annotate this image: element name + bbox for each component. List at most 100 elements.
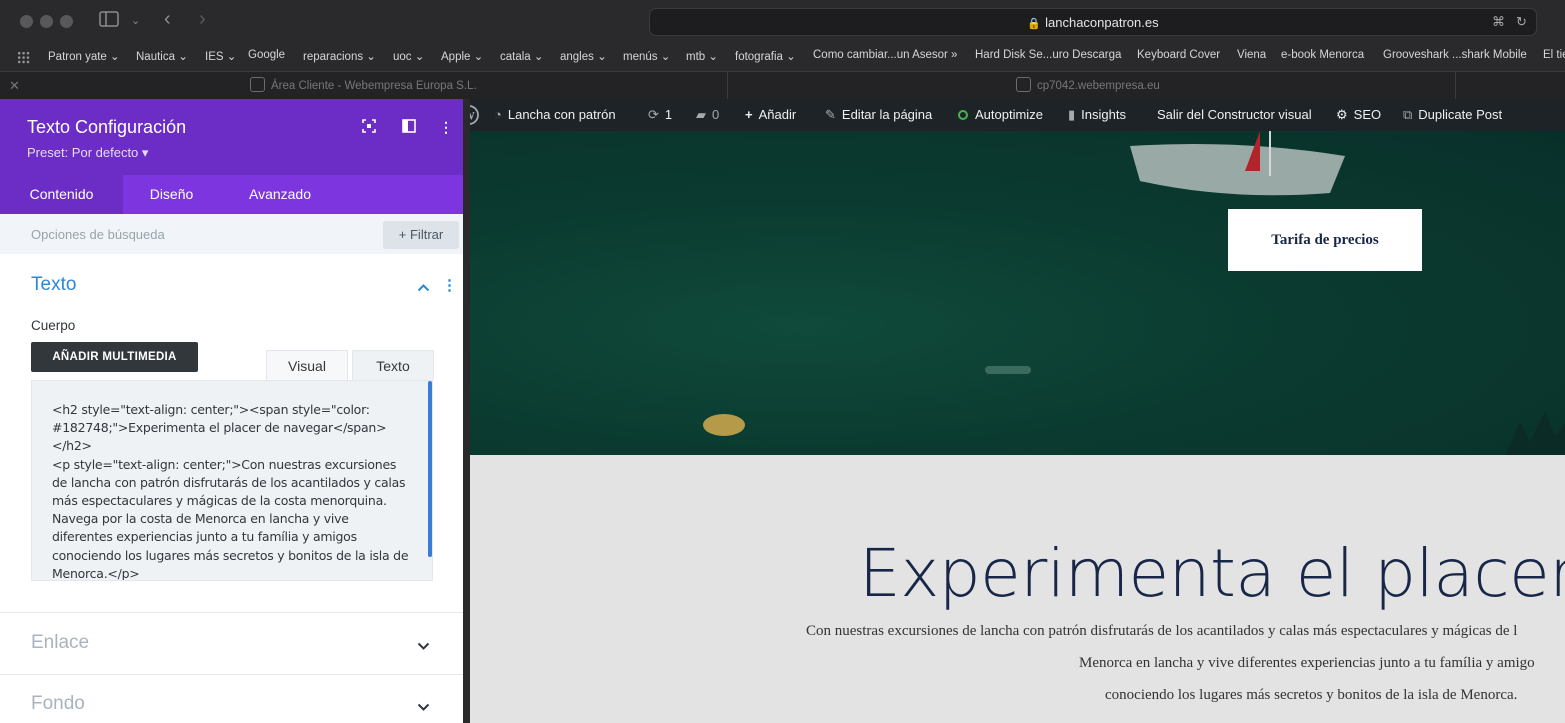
webempresa-favicon-icon (1016, 77, 1031, 92)
bookmark-item[interactable]: uoc ⌄ (393, 49, 424, 63)
translate-icon[interactable]: ⌘ (1492, 14, 1505, 30)
tab-diseno[interactable]: Diseño (123, 175, 220, 214)
section-texto-toggle[interactable]: Texto (31, 274, 76, 296)
add-media-button[interactable]: AÑADIR MULTIMEDIA (31, 342, 198, 372)
bookmark-item[interactable]: mtb ⌄ (686, 49, 718, 63)
coast-plants-image (1505, 411, 1565, 455)
pencil-icon: ✎ (825, 107, 836, 122)
swimmer-shape (985, 366, 1031, 374)
section-enlace-toggle[interactable]: Enlace (31, 632, 89, 654)
close-window-button[interactable] (20, 15, 33, 28)
panel-header: Texto Configuración Preset: Por defecto … (0, 99, 463, 175)
updates-icon: ⟳ (648, 107, 659, 122)
minimize-window-button[interactable] (40, 15, 53, 28)
dashboard-icon: ◔ (494, 107, 502, 122)
panel-title: Texto Configuración (27, 117, 187, 137)
panel-resize-bar[interactable] (463, 99, 470, 723)
textarea-scrollbar[interactable] (428, 381, 432, 557)
wp-admin-bar: W ◔Lancha con patrón ⟳1 ▰0 +Añadir ✎Edit… (451, 99, 1565, 131)
plus-icon: + (745, 107, 753, 122)
browser-titlebar: ⌄ ‹ › 🔒 lanchaconpatron.es ⌘ ↻ (0, 0, 1565, 43)
close-tab-icon[interactable]: ✕ (9, 72, 20, 100)
browser-tab[interactable]: Área Cliente - Webempresa Europa S.L. (250, 72, 477, 100)
bookmark-item[interactable]: catala ⌄ (500, 49, 544, 63)
paragraph-line: Con nuestras excursiones de lancha con p… (806, 623, 1518, 639)
gear-icon: ⚙ (1336, 107, 1348, 122)
url-text: lanchaconpatron.es (1045, 15, 1159, 30)
comment-icon: ▰ (696, 107, 706, 122)
chevron-down-icon[interactable] (417, 699, 430, 715)
bookmark-item[interactable]: Viena (1237, 49, 1266, 61)
section-fondo-toggle[interactable]: Fondo (31, 693, 85, 715)
forward-icon[interactable]: › (199, 8, 206, 31)
address-bar[interactable]: 🔒 lanchaconpatron.es ⌘ ↻ (649, 8, 1537, 36)
options-search-row: Opciones de búsqueda + Filtrar (0, 214, 463, 254)
preset-dropdown[interactable]: Preset: Por defecto ▾ (27, 145, 148, 161)
admin-updates-link[interactable]: ⟳ 1 (648, 107, 672, 123)
back-icon[interactable]: ‹ (164, 8, 171, 31)
lock-icon: 🔒 (1027, 18, 1042, 30)
code-content: <h2 style="text-align: center;"><span st… (52, 402, 409, 581)
browser-tab[interactable]: cp7042.webempresa.eu (1016, 72, 1160, 100)
admin-autoptimize-link[interactable]: Autoptimize (958, 107, 1043, 122)
status-dot-icon (958, 110, 968, 120)
admin-comments-link[interactable]: ▰ 0 (696, 107, 719, 123)
more-options-icon[interactable]: ⋮ (439, 119, 453, 136)
panel-tabs: Contenido Diseño Avanzado (0, 175, 463, 214)
bookmark-item[interactable]: Google (248, 49, 285, 61)
section-heading: Experimenta el placer de (859, 535, 1565, 612)
buoy-shape (703, 414, 745, 436)
code-textarea[interactable]: <h2 style="text-align: center;"><span st… (31, 380, 433, 581)
bookmark-item[interactable]: e-book Menorca (1281, 49, 1364, 61)
admin-insights-link[interactable]: ▮ Insights (1068, 107, 1126, 123)
admin-exit-builder-link[interactable]: Salir del Constructor visual (1157, 107, 1312, 122)
sidebar-toggle-icon[interactable] (99, 11, 119, 32)
dock-panel-icon[interactable] (402, 119, 416, 136)
bookmark-item[interactable]: Como cambiar...un Asesor » (813, 49, 957, 61)
section-menu-icon[interactable]: ⋮ (442, 276, 457, 294)
bookmark-item[interactable]: Patron yate ⌄ (48, 49, 120, 63)
admin-seo-link[interactable]: ⚙ SEO (1336, 107, 1381, 123)
bar-chart-icon: ▮ (1068, 107, 1076, 122)
reload-icon[interactable]: ↻ (1516, 14, 1527, 30)
bookmark-item[interactable]: IES ⌄ (205, 49, 236, 63)
admin-add-new-link[interactable]: + Añadir (745, 107, 796, 122)
bookmark-item[interactable]: Apple ⌄ (441, 49, 483, 63)
tab-avanzado[interactable]: Avanzado (220, 175, 340, 214)
editor-tab-visual[interactable]: Visual (266, 350, 348, 380)
paragraph-line: conociendo los lugares más secretos y bo… (1105, 687, 1518, 703)
browser-tab-bar: ✕ Área Cliente - Webempresa Europa S.L. … (0, 71, 1565, 100)
bookmark-item[interactable]: fotografia ⌄ (735, 49, 796, 63)
bookmark-item[interactable]: El tie (1543, 49, 1565, 61)
options-search-input[interactable]: Opciones de búsqueda (31, 227, 165, 242)
paragraph-line: Menorca en lancha y vive diferentes expe… (1079, 655, 1535, 671)
module-settings-panel: Texto Configuración Preset: Por defecto … (0, 99, 463, 723)
filter-button[interactable]: + Filtrar (383, 221, 459, 249)
bookmark-item[interactable]: reparacions ⌄ (303, 49, 376, 63)
cuerpo-label: Cuerpo (31, 318, 76, 333)
chevron-up-icon[interactable] (417, 279, 430, 295)
admin-site-link[interactable]: ◔ Lancha con patrón (494, 107, 616, 122)
admin-edit-page-link[interactable]: ✎ Editar la página (825, 107, 932, 123)
admin-duplicate-link[interactable]: ⧉ Duplicate Post (1403, 107, 1502, 123)
copy-icon: ⧉ (1403, 107, 1413, 122)
editor-tab-texto[interactable]: Texto (352, 350, 434, 380)
text-section: Experimenta el placer de Con nuestras ex… (470, 455, 1565, 723)
bookmarks-bar: Patron yate ⌄ Nautica ⌄ IES ⌄ Google rep… (0, 43, 1565, 71)
chevron-down-icon[interactable] (417, 638, 430, 654)
bookmark-item[interactable]: Grooveshark ...shark Mobile (1383, 49, 1527, 61)
hero-image: Tarifa de precios (470, 131, 1565, 455)
apps-grid-icon[interactable] (17, 51, 30, 64)
sailboat-image (1130, 131, 1345, 196)
tarifa-precios-button[interactable]: Tarifa de precios (1228, 209, 1422, 271)
tab-contenido[interactable]: Contenido (0, 175, 123, 214)
webempresa-favicon-icon (250, 77, 265, 92)
bookmark-item[interactable]: Hard Disk Se...uro Descarga (975, 49, 1121, 61)
fullscreen-icon[interactable] (362, 119, 376, 136)
chevron-down-icon[interactable]: ⌄ (131, 14, 140, 27)
bookmark-item[interactable]: angles ⌄ (560, 49, 607, 63)
zoom-window-button[interactable] (60, 15, 73, 28)
bookmark-item[interactable]: menús ⌄ (623, 49, 670, 63)
bookmark-item[interactable]: Nautica ⌄ (136, 49, 188, 63)
bookmark-item[interactable]: Keyboard Cover (1137, 49, 1220, 61)
